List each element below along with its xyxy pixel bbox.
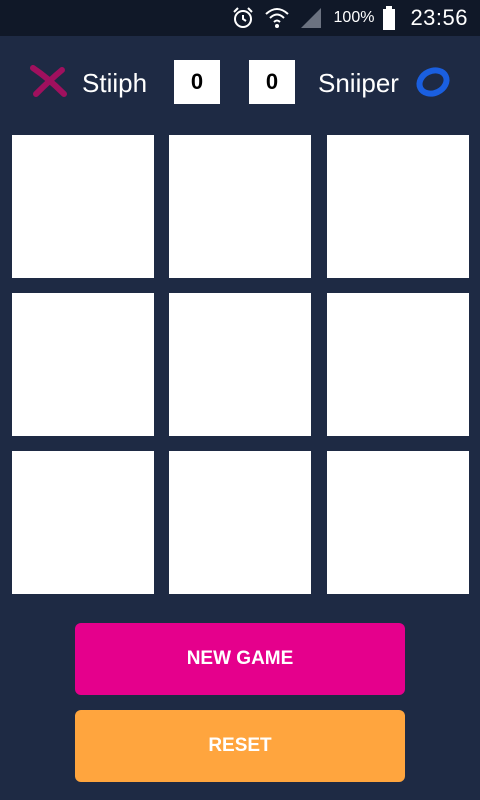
board-cell-5[interactable] <box>169 293 311 436</box>
battery-icon <box>382 5 396 31</box>
board-cell-2[interactable] <box>169 135 311 278</box>
board-cell-6[interactable] <box>327 293 469 436</box>
player1-score: 0 <box>174 60 220 104</box>
clock: 23:56 <box>410 5 468 30</box>
board-cell-7[interactable] <box>12 451 154 594</box>
board-cell-4[interactable] <box>12 293 154 436</box>
board-cell-8[interactable] <box>169 451 311 594</box>
game-board <box>12 135 469 594</box>
new-game-button[interactable]: NEW GAME <box>75 623 405 695</box>
player1-name: Stiiph <box>82 68 148 98</box>
board-cell-9[interactable] <box>327 451 469 594</box>
status-bar: 100% 23:56 <box>0 0 480 36</box>
signal-icon <box>298 5 324 31</box>
battery-percent: 100% <box>333 9 375 26</box>
scoreboard: Stiiph 0 0 Sniiper <box>0 36 480 130</box>
player2-score: 0 <box>249 60 295 104</box>
player2-name: Sniiper <box>318 68 399 98</box>
board-cell-3[interactable] <box>327 135 469 278</box>
reset-button[interactable]: RESET <box>75 710 405 782</box>
o-mark-icon <box>412 64 454 100</box>
board-cell-1[interactable] <box>12 135 154 278</box>
alarm-icon <box>230 5 256 31</box>
wifi-icon <box>264 5 290 31</box>
x-mark-icon <box>28 64 68 100</box>
